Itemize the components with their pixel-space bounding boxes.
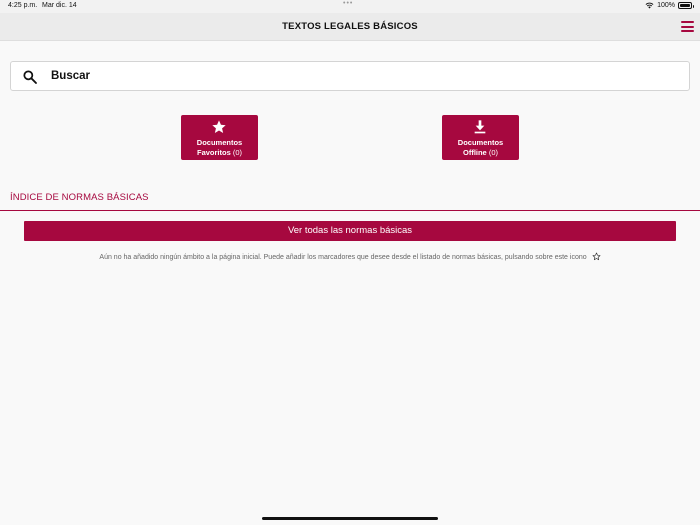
app-header: TEXTOS LEGALES BÁSICOS [0, 13, 700, 41]
tile-label-line1: Documentos [196, 138, 243, 147]
empty-state-text: Aún no ha añadido ningún ámbito a la pág… [99, 254, 587, 261]
status-time: 4:25 p.m. [8, 2, 38, 9]
star-outline-icon [592, 252, 600, 261]
tile-label-line2: Favoritos [196, 148, 231, 157]
star-icon [212, 120, 226, 133]
tile-label-line2: Offline [462, 148, 487, 157]
empty-state-message: Aún no ha añadido ningún ámbito a la pág… [0, 252, 700, 261]
favorite-documents-button[interactable]: Documentos Favoritos (0) [181, 115, 258, 160]
page-title: TEXTOS LEGALES BÁSICOS [282, 21, 418, 32]
battery-icon [678, 2, 694, 9]
section-divider [0, 210, 700, 211]
offline-documents-button[interactable]: Documentos Offline (0) [442, 115, 519, 160]
search-icon [23, 70, 37, 84]
search-input[interactable] [51, 62, 671, 90]
offline-documents-label: Documentos Offline (0) [442, 138, 519, 158]
status-date: Mar dic. 14 [42, 2, 77, 9]
search-bar[interactable] [10, 61, 690, 91]
battery-percentage: 100% [657, 2, 675, 9]
download-icon [474, 120, 486, 134]
offline-count: (0) [488, 148, 498, 157]
favorite-count: (0) [232, 148, 243, 157]
wifi-icon [645, 2, 654, 9]
multitask-dots[interactable]: ••• [343, 0, 353, 7]
status-bar: 4:25 p.m. Mar dic. 14 ••• 100% [0, 0, 700, 13]
view-all-norms-button[interactable]: Ver todas las normas básicas [24, 221, 676, 241]
hamburger-icon[interactable] [681, 21, 694, 32]
tile-label-line1: Documentos [457, 138, 504, 147]
section-title: ÍNDICE DE NORMAS BÁSICAS [10, 192, 149, 203]
status-indicators: 100% [645, 2, 694, 9]
home-indicator[interactable] [262, 517, 438, 520]
favorite-documents-label: Documentos Favoritos (0) [181, 138, 258, 158]
